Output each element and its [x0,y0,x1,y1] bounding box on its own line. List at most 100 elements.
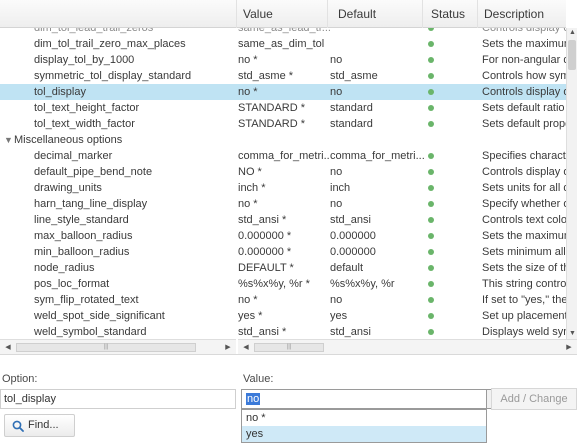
scroll-thumb[interactable] [568,40,576,70]
option-description: Specifies characte [482,150,566,162]
status-dot-icon [428,217,434,223]
option-description: Controls display of [482,28,566,34]
option-default: comma_for_metri... [330,150,425,162]
vertical-scrollbar[interactable]: ▲ ▼ [566,28,577,339]
table-row[interactable]: sym_flip_rotated_text no * no If set to "ye… [0,292,566,308]
option-description: Sets default ratio b [482,102,566,114]
option-name: drawing_units [34,182,102,194]
option-default: std_ansi [330,214,371,226]
horizontal-scrollbar-right[interactable]: ◀ ||| ▶ [238,339,577,354]
table-row[interactable]: symmetric_tol_display_standard std_asme *… [0,68,566,84]
header-status[interactable]: Status [423,0,478,28]
status-dot-icon [428,233,434,239]
dropdown-option[interactable]: yes [242,426,486,442]
option-value: inch * [238,182,266,194]
header-default[interactable]: Default [328,0,423,28]
status-dot-icon [428,313,434,319]
table-row[interactable]: harn_tang_line_display no * no Specify whet… [0,196,566,212]
table-row[interactable]: weld_spot_side_significant yes * yes Set up… [0,308,566,324]
option-description: Controls display o [482,86,566,98]
table-row[interactable]: display_tol_by_1000 no * no For non-angular… [0,52,566,68]
option-value: STANDARD * [238,102,306,114]
scroll-right-icon[interactable]: ▶ [223,342,233,353]
option-name: node_radius [34,262,95,274]
status-dot-icon [428,73,434,79]
option-value: std_ansi * [238,326,287,338]
option-description: Sets default propo [482,118,566,130]
header-description[interactable]: Description [478,0,566,28]
option-name: dim_tol_trail_zero_max_places [34,38,186,50]
table-row[interactable]: pos_loc_format %s%x%y, %r * %s%x%y, %r This… [0,276,566,292]
status-dot-icon [428,28,434,31]
option-value: 0.000000 * [238,246,292,258]
option-label: Option: [2,373,38,385]
table-row[interactable]: line_style_standard std_ansi * std_ansi Con… [0,212,566,228]
option-default: std_ansi [330,326,371,338]
option-default: default [330,262,364,274]
option-field[interactable]: tol_display [0,389,236,409]
option-description: Controls display o [482,166,566,178]
table-row[interactable]: tol_text_height_factor STANDARD * standard… [0,100,566,116]
table-row[interactable]: max_balloon_radius 0.000000 * 0.000000 Sets… [0,228,566,244]
header-value[interactable]: Value [237,0,328,28]
option-default: no [330,294,343,306]
table-row[interactable]: drawing_units inch * inch Sets units for al… [0,180,566,196]
option-name: sym_flip_rotated_text [34,294,139,306]
scroll-left-icon[interactable]: ◀ [241,342,251,353]
option-value: no * [238,54,258,66]
option-description: Controls text color [482,214,566,226]
value-dropdown: no * yes [241,409,487,443]
scroll-right-icon[interactable]: ▶ [564,342,574,353]
option-name: max_balloon_radius [34,230,133,242]
table-row[interactable]: decimal_marker comma_for_metri... comma_fo… [0,148,566,164]
table-row[interactable]: weld_symbol_standard std_ansi * std_ansi Di… [0,324,566,339]
scroll-thumb-right[interactable]: ||| [254,343,324,352]
option-default: standard [330,102,373,114]
option-description: Sets the maximun [482,230,566,242]
status-dot-icon [428,121,434,127]
table-row[interactable]: default_pipe_bend_note NO * no Controls dis… [0,164,566,180]
scroll-thumb-left[interactable]: ||| [16,343,196,352]
option-description: Set up placement [482,310,566,322]
find-button[interactable]: Find... [4,414,75,437]
add-change-button[interactable]: Add / Change [491,388,577,410]
option-description: Sets units for all d [482,182,566,194]
group-row[interactable]: ▼ Miscellaneous options [0,132,566,148]
option-name: weld_symbol_standard [34,326,147,338]
option-description: Sets the maximun [482,38,566,50]
option-value: DEFAULT * [238,262,294,274]
option-description: If set to "yes," then [482,294,566,306]
status-dot-icon [428,249,434,255]
search-icon [12,420,24,432]
option-value: same_as_lead_tr... [238,28,330,34]
option-value: std_asme * [238,70,294,82]
table-row[interactable]: min_balloon_radius 0.000000 * 0.000000 Sets… [0,244,566,260]
dropdown-option[interactable]: no * [242,410,486,426]
horizontal-scrollbar-left[interactable]: ◀ ||| ▶ [0,339,236,354]
option-value: yes * [238,310,263,322]
status-dot-icon [428,281,434,287]
table-row[interactable]: dim_tol_lead_trail_zeros same_as_lead_tr.… [0,28,566,36]
option-description: Sets minimum allo [482,246,566,258]
option-name: decimal_marker [34,150,113,162]
status-dot-icon [428,169,434,175]
table-row[interactable]: tol_display no * no Controls display o [0,84,566,100]
expand-arrow-icon[interactable]: ▼ [4,132,13,148]
option-value: no * [238,86,258,98]
option-description: Controls how sym [482,70,566,82]
option-value: no * [238,198,258,210]
value-label: Value: [243,373,274,385]
scroll-left-icon[interactable]: ◀ [3,342,13,353]
value-field[interactable]: no [241,389,487,409]
option-value: 0.000000 * [238,230,292,242]
table-row[interactable]: node_radius DEFAULT * default Sets the size… [0,260,566,276]
option-default: no [330,54,343,66]
option-description: Specify whether o [482,198,566,210]
table-row[interactable]: dim_tol_trail_zero_max_places same_as_dim… [0,36,566,52]
option-value: same_as_dim_tol [238,38,325,50]
table-row[interactable]: tol_text_width_factor STANDARD * standard S… [0,116,566,132]
header-name[interactable] [0,0,237,28]
scroll-down-icon[interactable]: ▼ [567,329,577,339]
status-dot-icon [428,153,434,159]
scroll-up-icon[interactable]: ▲ [567,28,577,38]
